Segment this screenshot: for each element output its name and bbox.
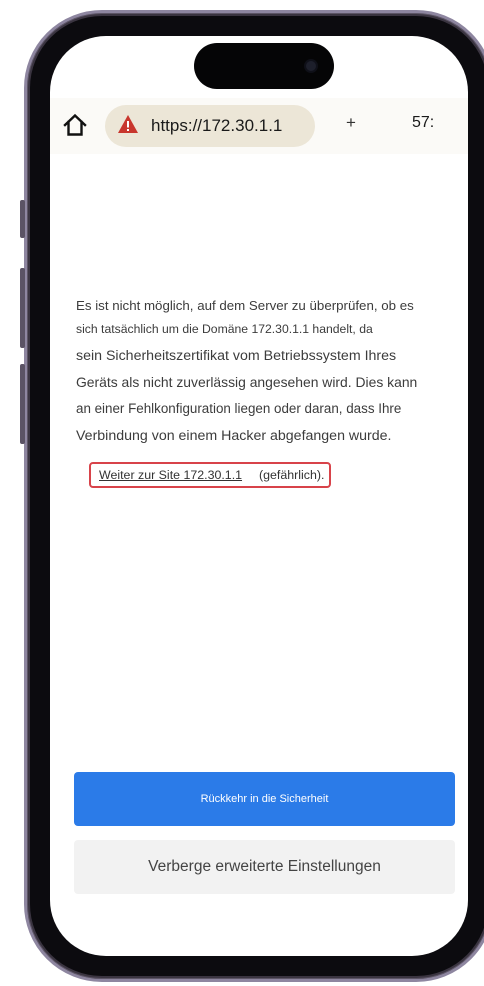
silent-switch (20, 200, 25, 238)
warning-text-line: sich tatsächlich um die Domäne 172.30.1.… (76, 322, 373, 336)
proceed-unsafe-link[interactable]: Weiter zur Site 172.30.1.1 (99, 468, 242, 482)
security-warning: Es ist nicht möglich, auf dem Server zu … (76, 294, 456, 448)
phone-screen: https://172.30.1.1 + 57: Es ist nicht mö… (50, 36, 468, 956)
back-to-safety-button[interactable]: Rückkehr in die Sicherheit (74, 772, 455, 826)
volume-up-button (20, 268, 25, 348)
browser-toolbar: https://172.30.1.1 + 57: (50, 98, 468, 154)
warning-text-line: sein Sicherheitszertifikat vom Betriebss… (76, 348, 397, 364)
address-bar-url: https://172.30.1.1 (151, 116, 283, 135)
hide-advanced-button[interactable]: Verberge erweiterte Einstellungen (74, 840, 455, 894)
warning-text-line: an einer Fehlkonfiguration liegen oder d… (76, 401, 402, 416)
volume-down-button (20, 364, 25, 444)
warning-text-line: Geräts als nicht zuverlässig angesehen w… (76, 374, 418, 390)
camera-icon (306, 61, 316, 71)
dynamic-island (194, 43, 334, 89)
proceed-danger-note: (gefährlich). (259, 468, 325, 482)
address-bar[interactable]: https://172.30.1.1 (105, 105, 315, 147)
new-tab-button[interactable]: + (346, 113, 356, 133)
home-icon[interactable] (62, 112, 88, 138)
proceed-link-highlight: Weiter zur Site 172.30.1.1 (gefährlich). (89, 462, 331, 488)
warning-text-line: Es ist nicht möglich, auf dem Server zu … (76, 298, 414, 313)
warning-triangle-icon (118, 115, 138, 133)
phone-mockup: https://172.30.1.1 + 57: Es ist nicht mö… (0, 0, 484, 986)
warning-text-line: Verbindung von einem Hacker abgefangen w… (76, 428, 392, 444)
clock-text: 57: (412, 114, 435, 131)
